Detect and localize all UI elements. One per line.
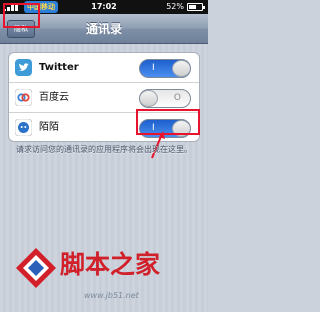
toggle-off-mark: O <box>173 93 181 103</box>
battery-icon <box>187 3 205 11</box>
twitter-bird-icon <box>15 59 32 76</box>
watermark: 脚本之家 www.jb51.net <box>14 244 202 310</box>
momo-toggle-highlight-box <box>136 109 200 135</box>
app-label-twitter: Twitter <box>39 62 79 73</box>
baidu-cloud-icon <box>14 88 33 107</box>
momo-icon <box>14 118 33 137</box>
watermark-logo-icon <box>16 248 56 288</box>
app-label-momo: 陌陌 <box>39 122 59 133</box>
toggle-on-mark: I <box>152 63 155 73</box>
list-item-twitter: Twitter I <box>9 53 199 83</box>
twitter-access-toggle[interactable]: I <box>139 59 191 78</box>
battery-percent: 52% <box>166 2 184 11</box>
contacts-access-note: 请求访问您的通讯录的应用程序将会出现在这里。 <box>16 145 192 154</box>
screen: 中国移动 17:02 52% 通讯录 隐私 Twitter I 百度云 O 陌陌… <box>0 0 208 312</box>
toggle-knob[interactable] <box>172 60 190 77</box>
baidu-cloud-access-toggle[interactable]: O <box>139 89 191 108</box>
toggle-knob[interactable] <box>140 90 158 107</box>
back-button-highlight-box <box>3 3 40 28</box>
watermark-url: www.jb51.net <box>84 291 139 300</box>
app-label-baidu-cloud: 百度云 <box>39 92 69 103</box>
watermark-title: 脚本之家 <box>60 250 161 279</box>
